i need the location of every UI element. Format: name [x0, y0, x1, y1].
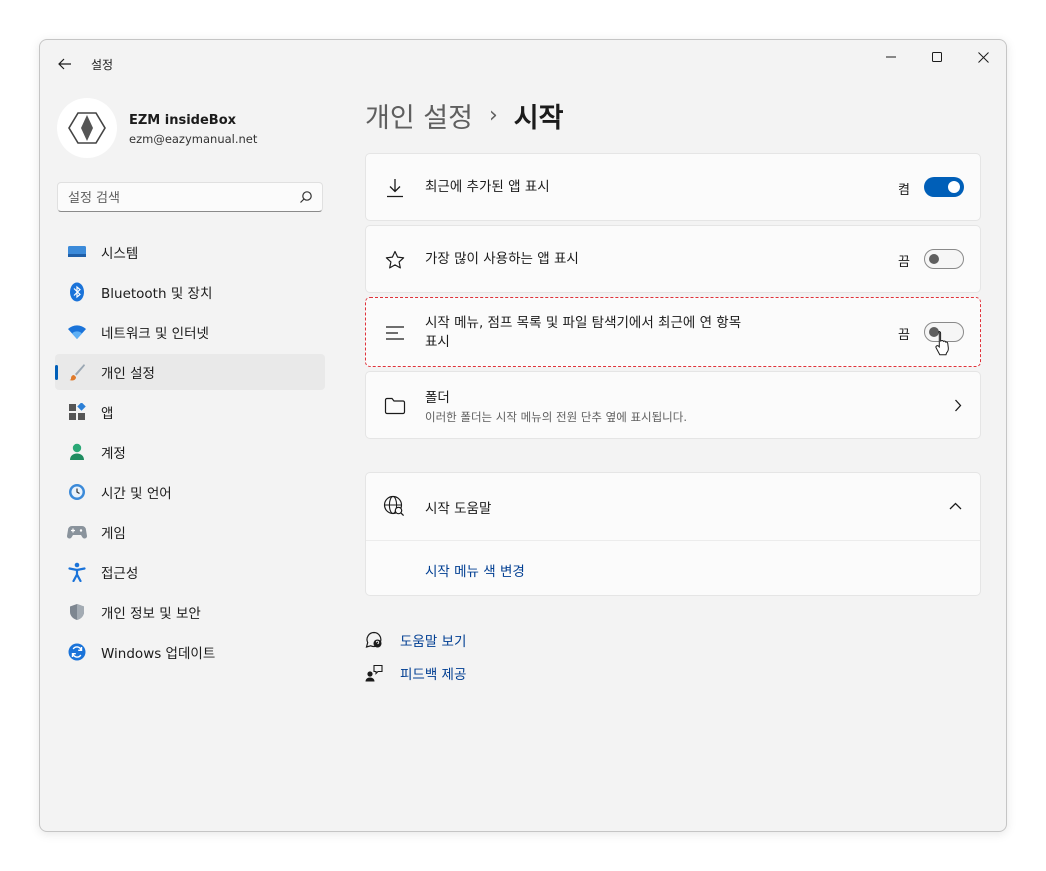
setting-label-line2: 표시 — [425, 334, 450, 350]
help-chat-icon — [365, 631, 382, 648]
sidebar-item-label: Bluetooth 및 장치 — [101, 286, 213, 302]
monitor-icon — [67, 242, 87, 262]
back-button[interactable] — [52, 52, 78, 76]
get-help-link[interactable]: 도움말 보기 — [365, 630, 466, 650]
wifi-icon — [67, 322, 87, 342]
profile-email: ezm@eazymanual.net — [129, 132, 258, 146]
clock-globe-icon — [67, 482, 87, 502]
setting-recent-apps[interactable]: 최근에 추가된 앱 표시 켬 — [365, 153, 981, 221]
sidebar-item-apps[interactable]: 앱 — [55, 394, 325, 430]
app-title: 설정 — [91, 58, 114, 72]
close-button[interactable] — [960, 40, 1006, 74]
list-lines-icon — [384, 322, 406, 344]
sidebar-item-label: 네트워크 및 인터넷 — [101, 326, 209, 342]
globe-search-icon — [383, 495, 405, 521]
breadcrumb-parent[interactable]: 개인 설정 — [365, 96, 473, 135]
minimize-icon — [886, 56, 896, 58]
setting-label: 시작 메뉴, 점프 목록 및 파일 탐색기에서 최근에 연 항목 표시 — [425, 314, 741, 352]
search-icon[interactable] — [299, 190, 313, 204]
gamepad-icon — [67, 522, 87, 542]
help-title: 시작 도움말 — [425, 501, 492, 517]
start-menu-color-link[interactable]: 시작 메뉴 색 변경 — [425, 560, 525, 580]
start-help-card: 시작 도움말 시작 메뉴 색 변경 — [365, 472, 981, 596]
chevron-up-icon[interactable] — [949, 502, 962, 510]
setting-folders[interactable]: 폴더 이러한 폴더는 시작 메뉴의 전원 단추 옆에 표시됩니다. — [365, 371, 981, 439]
start-help-header[interactable]: 시작 도움말 — [366, 473, 980, 540]
divider — [366, 540, 980, 541]
toggle-state-text: 끔 — [898, 255, 910, 270]
toggle-state-text: 끔 — [898, 328, 910, 343]
sidebar-item-label: Windows 업데이트 — [101, 646, 216, 662]
maximize-icon — [932, 52, 942, 62]
setting-label: 가장 많이 사용하는 앱 표시 — [425, 251, 579, 267]
sidebar-item-time-language[interactable]: 시간 및 언어 — [55, 474, 325, 510]
sidebar-item-label: 시간 및 언어 — [101, 486, 172, 502]
recent-apps-toggle[interactable] — [924, 177, 964, 197]
sidebar-item-gaming[interactable]: 게임 — [55, 514, 325, 550]
sidebar-item-label: 접근성 — [101, 566, 139, 582]
setting-most-used-apps[interactable]: 가장 많이 사용하는 앱 표시 끔 — [365, 225, 981, 293]
page-title: 시작 — [513, 103, 564, 134]
sidebar-item-accounts[interactable]: 계정 — [55, 434, 325, 470]
sidebar-item-windows-update[interactable]: Windows 업데이트 — [55, 634, 325, 670]
sidebar-item-label: 계정 — [101, 446, 126, 462]
get-help-label: 도움말 보기 — [400, 634, 467, 650]
setting-description: 이러한 폴더는 시작 메뉴의 전원 단추 옆에 표시됩니다. — [425, 410, 688, 424]
search-input[interactable] — [58, 183, 300, 213]
sidebar-item-label: 개인 정보 및 보안 — [101, 606, 201, 622]
sidebar-item-label: 시스템 — [101, 246, 139, 262]
profile-name: EZM insideBox — [129, 113, 237, 128]
search-box[interactable] — [57, 182, 323, 213]
apps-icon — [67, 402, 87, 422]
toggle-knob — [929, 254, 939, 264]
sidebar-item-label: 앱 — [101, 406, 114, 422]
mouse-cursor-icon — [935, 330, 949, 356]
star-icon — [384, 249, 406, 271]
toggle-state-text: 켬 — [898, 183, 910, 198]
person-icon — [67, 442, 87, 462]
breadcrumb-separator: › — [488, 103, 498, 128]
sidebar-item-system[interactable]: 시스템 — [55, 234, 325, 270]
settings-window: 설정 EZM insideBox ezm@eazymanual.net 시스템 — [39, 39, 1007, 832]
update-icon — [67, 642, 87, 662]
bluetooth-icon — [67, 282, 87, 302]
minimize-button[interactable] — [868, 40, 914, 74]
setting-label-line1: 시작 메뉴, 점프 목록 및 파일 탐색기에서 최근에 연 항목 — [425, 315, 742, 331]
accessibility-icon — [67, 562, 87, 582]
sidebar-item-label: 게임 — [101, 526, 126, 542]
hexagon-logo-icon — [68, 112, 106, 144]
avatar[interactable] — [57, 98, 117, 158]
setting-label: 폴더 — [425, 390, 450, 406]
toggle-knob — [948, 181, 960, 193]
shield-icon — [67, 602, 87, 622]
setting-recent-items[interactable]: 시작 메뉴, 점프 목록 및 파일 탐색기에서 최근에 연 항목 표시 끔 — [365, 297, 981, 367]
sidebar-nav: 시스템 Bluetooth 및 장치 네트워크 및 인터넷 개인 설정 앱 계정… — [55, 234, 325, 674]
arrow-left-icon — [58, 58, 71, 70]
most-used-apps-toggle[interactable] — [924, 249, 964, 269]
feedback-link[interactable]: 피드백 제공 — [365, 663, 466, 683]
setting-label: 최근에 추가된 앱 표시 — [425, 179, 550, 195]
folder-icon — [384, 395, 406, 417]
breadcrumb: 개인 설정 › 시작 — [365, 96, 563, 135]
sidebar-item-label: 개인 설정 — [101, 366, 155, 382]
sidebar-item-bluetooth[interactable]: Bluetooth 및 장치 — [55, 274, 325, 310]
sidebar-item-privacy[interactable]: 개인 정보 및 보안 — [55, 594, 325, 630]
feedback-label: 피드백 제공 — [400, 667, 467, 683]
sidebar-item-network[interactable]: 네트워크 및 인터넷 — [55, 314, 325, 350]
sidebar-item-personalization[interactable]: 개인 설정 — [55, 354, 325, 390]
close-icon — [977, 51, 989, 63]
download-icon — [384, 177, 406, 199]
maximize-button[interactable] — [914, 40, 960, 74]
brush-icon — [67, 362, 87, 382]
title-bar: 설정 — [40, 40, 1006, 86]
sidebar-item-accessibility[interactable]: 접근성 — [55, 554, 325, 590]
feedback-person-icon — [365, 664, 383, 682]
chevron-right-icon — [955, 399, 962, 412]
